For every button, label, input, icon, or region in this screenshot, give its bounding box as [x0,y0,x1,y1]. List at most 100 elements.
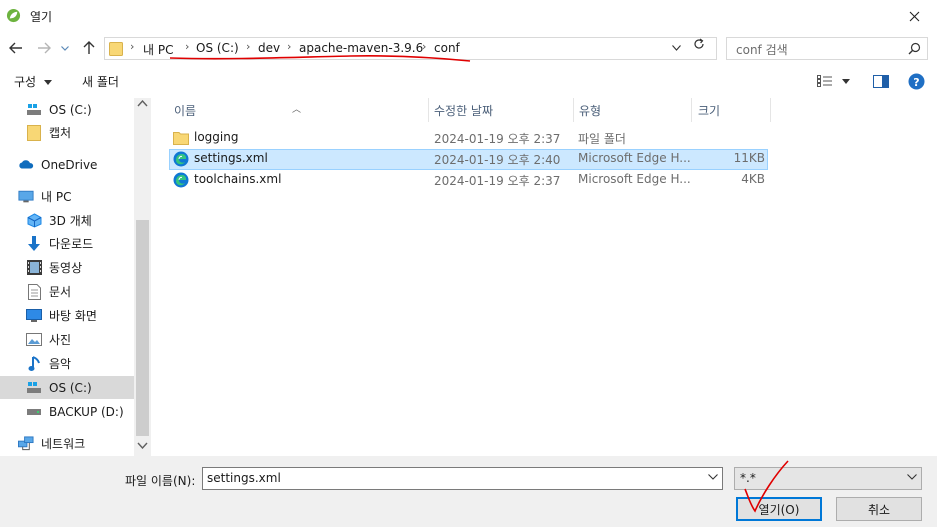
breadcrumb-separator: › [130,40,135,53]
file-type-filter-select[interactable]: *.* [734,467,922,490]
breadcrumb-apache-maven[interactable]: apache-maven-3.9.6 [299,41,423,55]
column-header-type[interactable]: 유형 [574,98,691,122]
pc-icon [18,189,34,205]
filename-value: settings.xml [207,471,281,485]
breadcrumb-separator: › [287,40,292,53]
navigation-pane: OS (C:) 캡처 OneDrive 내 PC 3D 개체 다운로드 동영상 … [0,98,151,456]
chevron-down-icon [907,474,917,480]
sidebar-item-label: 음악 [49,357,72,371]
column-header-modified[interactable]: 수정한 날짜 [429,98,573,122]
sidebar-item-label: 내 PC [41,190,72,204]
file-row-settings-xml[interactable]: settings.xml 2024-01-19 오후 2:40 Microsof… [169,149,768,170]
edge-icon [173,172,189,188]
sidebar-item-os-c[interactable]: OS (C:) [0,376,134,399]
forward-button[interactable] [36,39,52,57]
spring-leaf-icon [6,8,21,23]
recent-locations-button[interactable] [60,39,70,57]
sidebar-item-backup-d[interactable]: BACKUP (D:) [0,400,134,423]
chevron-down-icon [672,45,681,51]
filter-value: *.* [740,471,756,485]
sidebar-item-label: OS (C:) [49,102,92,117]
file-modified: 2024-01-19 오후 2:37 [434,174,561,188]
chevron-down-icon [43,80,52,85]
onedrive-icon [18,157,34,173]
sidebar-item-videos[interactable]: 동영상 [0,256,134,279]
pictures-icon [26,332,42,348]
svg-text:?: ? [913,76,919,89]
column-header-label: 이름 [174,104,197,118]
sidebar-item-label: 네트워크 [41,437,86,451]
sidebar-item-network[interactable]: 네트워크 [0,432,134,455]
document-icon [26,283,42,300]
sidebar-item-desktop[interactable]: 바탕 화면 [0,304,134,327]
sidebar-item-label: 동영상 [49,261,83,275]
desktop-icon [26,308,42,324]
open-button[interactable]: 열기(O) [736,497,822,521]
breadcrumb-conf[interactable]: conf [434,41,460,55]
sidebar-item-onedrive[interactable]: OneDrive [0,153,134,176]
file-row-logging[interactable]: logging 2024-01-19 오후 2:37 파일 폴더 [169,128,768,149]
sidebar-item-documents[interactable]: 문서 [0,280,134,303]
chevron-down-icon[interactable] [708,474,718,480]
preview-pane-button[interactable] [873,75,889,91]
file-row-toolchains-xml[interactable]: toolchains.xml 2024-01-19 오후 2:37 Micros… [169,170,768,191]
breadcrumb-this-pc[interactable]: 내 PC [143,41,173,58]
file-type: 파일 폴더 [578,132,626,146]
view-options-button[interactable] [817,75,850,90]
scroll-down-icon[interactable] [137,442,148,449]
column-header-size[interactable]: 크기 [692,98,770,122]
sidebar-item-3d-objects[interactable]: 3D 개체 [0,209,134,232]
refresh-button[interactable] [693,38,705,53]
up-button[interactable] [81,39,97,57]
sidebar-item-music[interactable]: 음악 [0,352,134,375]
edge-icon [173,151,189,167]
search-input[interactable]: conf 검색 [726,37,928,60]
details-view-icon [817,75,832,87]
filename-label: 파일 이름(N): [125,474,196,488]
music-icon [26,355,42,372]
network-icon [18,436,34,452]
sidebar-item-label: OneDrive [41,157,98,172]
folder-icon [109,42,123,56]
file-type: Microsoft Edge H... [578,172,691,186]
sidebar-item-os-c-quick[interactable]: OS (C:) [0,98,134,121]
close-button[interactable] [891,0,937,32]
column-header-name[interactable]: ︿ 이름 [157,98,428,122]
back-button[interactable] [8,39,24,57]
close-icon [909,11,919,21]
breadcrumb-os-c[interactable]: OS (C:) [196,41,239,55]
drive-icon [26,102,42,118]
download-icon [26,235,42,252]
help-button[interactable]: ? [908,73,925,93]
organize-button[interactable]: 구성 [14,73,52,90]
sidebar-item-label: 바탕 화면 [49,309,97,323]
scroll-up-icon[interactable] [137,100,148,107]
sidebar-item-pictures[interactable]: 사진 [0,328,134,351]
scrollbar-thumb[interactable] [136,220,149,436]
address-history-button[interactable] [672,40,681,54]
breadcrumb-dev[interactable]: dev [258,41,280,55]
sidebar-item-label: 사진 [49,333,72,347]
navigation-row: › 내 PC › OS (C:) › dev › apache-maven-3.… [0,32,937,64]
sidebar-item-capture[interactable]: 캡처 [0,121,134,144]
arrow-left-icon [9,42,22,54]
cube-icon [26,213,42,229]
help-icon: ? [908,73,925,90]
arrow-right-icon [38,42,51,54]
sidebar-item-downloads[interactable]: 다운로드 [0,232,134,255]
cancel-button[interactable]: 취소 [836,497,922,521]
file-name: toolchains.xml [194,172,282,186]
column-divider[interactable] [770,98,771,122]
sidebar-item-this-pc[interactable]: 내 PC [0,185,134,208]
file-modified: 2024-01-19 오후 2:40 [434,153,561,167]
organize-label: 구성 [14,75,37,89]
video-icon [26,260,42,276]
navigation-scrollbar[interactable] [134,98,151,456]
address-bar[interactable]: › 내 PC › OS (C:) › dev › apache-maven-3.… [104,37,717,60]
file-type: Microsoft Edge H... [578,151,691,165]
breadcrumb-separator: › [422,40,427,53]
filename-input[interactable]: settings.xml [202,467,723,490]
new-folder-button[interactable]: 새 폴더 [82,73,119,90]
sidebar-item-label: 캡처 [49,126,72,140]
title-bar: 열기 [0,0,937,32]
